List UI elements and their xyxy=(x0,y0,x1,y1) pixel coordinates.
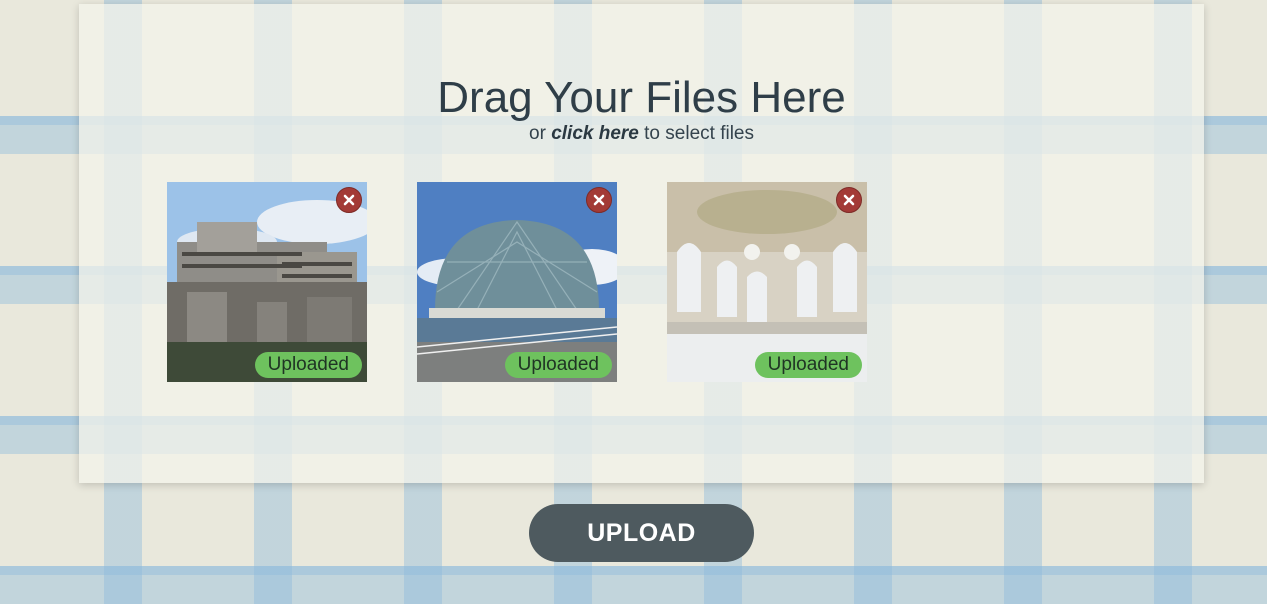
close-icon xyxy=(843,194,855,206)
upload-status-badge: Uploaded xyxy=(754,352,862,378)
remove-file-button[interactable] xyxy=(586,187,612,213)
select-files-link[interactable]: click here xyxy=(551,123,639,144)
background-band xyxy=(0,566,1267,604)
remove-file-button[interactable] xyxy=(836,187,862,213)
subtitle-prefix: or xyxy=(529,123,546,144)
file-preview: Uploaded xyxy=(417,182,617,382)
close-icon xyxy=(343,194,355,206)
file-preview: Uploaded xyxy=(667,182,867,382)
dropzone-subtitle: or click here to select files xyxy=(79,123,1204,145)
upload-button[interactable]: UPLOAD xyxy=(529,504,754,562)
dropzone-title: Drag Your Files Here xyxy=(437,73,846,122)
upload-status-badge: Uploaded xyxy=(254,352,362,378)
file-preview: Uploaded xyxy=(167,182,367,382)
remove-file-button[interactable] xyxy=(336,187,362,213)
upload-status-badge: Uploaded xyxy=(504,352,612,378)
close-icon xyxy=(593,194,605,206)
subtitle-suffix: to select files xyxy=(644,123,754,144)
file-dropzone[interactable]: Drag Your Files Here or click here to se… xyxy=(79,4,1204,483)
